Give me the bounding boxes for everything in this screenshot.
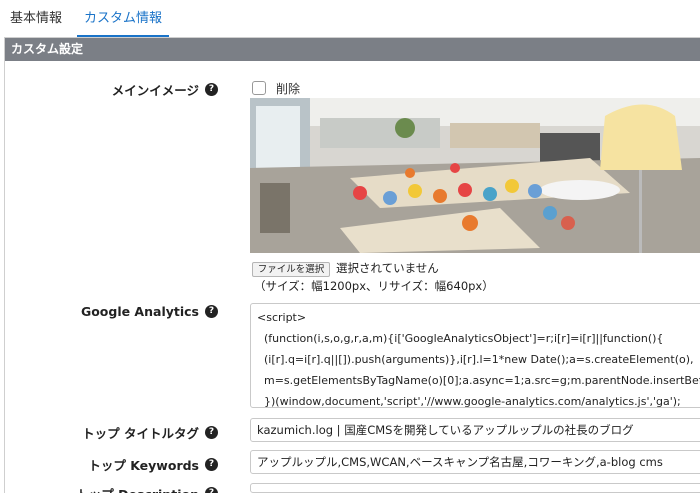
top-keywords-input[interactable]: アップルップル,CMS,WCAN,ベースキャンプ名古屋,コワーキング,a-blo… xyxy=(250,450,700,474)
google-analytics-textarea[interactable]: <script> (function(i,s,o,g,r,a,m){i['Goo… xyxy=(250,303,700,408)
help-icon[interactable]: ? xyxy=(205,458,218,471)
help-icon[interactable]: ? xyxy=(205,305,218,318)
google-analytics-label-text: Google Analytics xyxy=(80,304,199,319)
help-icon[interactable]: ? xyxy=(205,83,218,96)
delete-checkbox[interactable] xyxy=(252,81,266,95)
main-image-label-text: メインイメージ xyxy=(111,83,199,98)
code-line: (function(i,s,o,g,r,a,m){i['GoogleAnalyt… xyxy=(257,332,664,345)
top-title-tag-label: トップ タイトルタグ ? xyxy=(82,423,218,442)
delete-label: 削除 xyxy=(276,82,301,96)
google-analytics-label: Google Analytics ? xyxy=(81,304,218,319)
top-keywords-label-text: トップ Keywords xyxy=(88,458,199,473)
code-line: <script> xyxy=(257,311,307,324)
top-keywords-label: トップ Keywords ? xyxy=(88,455,218,474)
top-description-input[interactable] xyxy=(250,483,700,493)
file-status-text: 選択されていません xyxy=(336,261,439,275)
tab-custom-info[interactable]: カスタム情報 xyxy=(77,10,169,38)
top-description-label-text: トップ Description xyxy=(76,484,199,493)
file-select-button[interactable]: ファイルを選択 xyxy=(252,262,330,277)
help-icon[interactable]: ? xyxy=(205,487,218,493)
code-line: })(window,document,'script','//www.googl… xyxy=(257,395,681,408)
main-image-label: メインイメージ ? xyxy=(112,80,218,99)
code-line: (i[r].q=i[r].q||[]).push(arguments)},i[r… xyxy=(257,353,694,366)
image-size-note: （サイズ：幅1200px、リサイズ：幅640px） xyxy=(254,279,494,293)
top-title-tag-label-text: トップ タイトルタグ xyxy=(82,426,199,441)
main-image-preview xyxy=(250,98,700,253)
top-description-label: トップ Description ? xyxy=(76,484,218,493)
code-line: m=s.getElementsByTagName(o)[0];a.async=1… xyxy=(263,374,700,387)
tab-basic-info[interactable]: 基本情報 xyxy=(10,10,62,38)
section-title: カスタム設定 xyxy=(5,38,700,61)
help-icon[interactable]: ? xyxy=(205,426,218,439)
top-title-tag-input[interactable]: kazumich.log | 国産CMSを開発しているアップルップルの社長のブロ… xyxy=(250,418,700,442)
tab-bar: 基本情報 カスタム情報 xyxy=(0,0,700,38)
